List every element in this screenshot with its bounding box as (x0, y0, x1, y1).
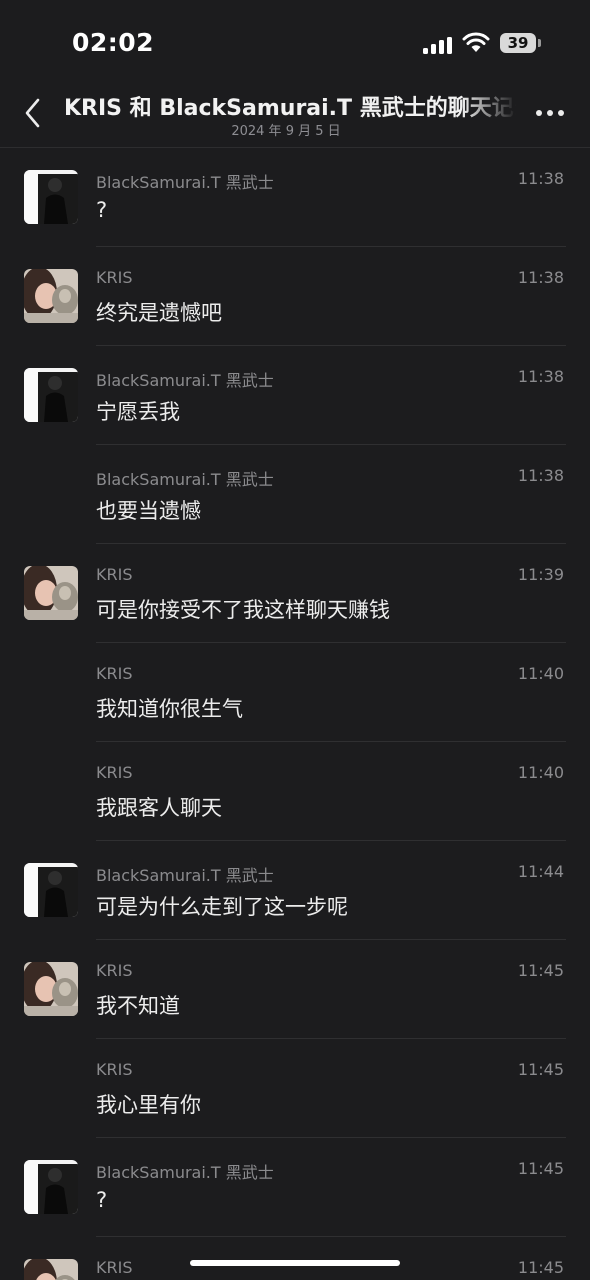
battery-icon: 39 (500, 33, 536, 53)
message-sender: BlackSamurai.T 黑武士 (96, 173, 274, 192)
message-sender: BlackSamurai.T 黑武士 (96, 371, 274, 390)
message-sender: KRIS (96, 1060, 133, 1079)
message-text[interactable]: 我知道你很生气 (96, 693, 243, 723)
message-sender: KRIS (96, 664, 133, 683)
status-time: 02:02 (72, 28, 155, 57)
message-row[interactable]: KRIS 11:39 可是你接受不了我这样聊天赚钱 (0, 544, 590, 643)
message-row[interactable]: KRIS 11:38 终究是遗憾吧 (0, 247, 590, 346)
message-sender: KRIS (96, 961, 133, 980)
message-row[interactable]: KRIS 11:45 (0, 1237, 590, 1280)
avatar-kris[interactable] (24, 1259, 78, 1280)
battery-tip (538, 39, 541, 47)
message-row[interactable]: BlackSamurai.T 黑武士 11:44 可是为什么走到了这一步呢 (0, 841, 590, 940)
message-sender: KRIS (96, 565, 133, 584)
message-text[interactable]: ? (96, 1188, 107, 1212)
message-row[interactable]: KRIS 11:45 我心里有你 (0, 1039, 590, 1138)
cellular-signal-icon (423, 34, 453, 54)
message-sender: BlackSamurai.T 黑武士 (96, 470, 274, 489)
avatar-kris[interactable] (24, 962, 78, 1016)
avatar-blacksamurai[interactable] (24, 863, 78, 917)
message-row[interactable]: KRIS 11:40 我跟客人聊天 (0, 742, 590, 841)
message-time: 11:38 (517, 268, 564, 287)
message-sender: KRIS (96, 268, 133, 287)
message-list[interactable]: BlackSamurai.T 黑武士 11:38 ? KRIS 11:38 终究… (0, 148, 590, 1280)
message-time: 11:45 (517, 1060, 564, 1079)
message-time: 11:40 (517, 763, 564, 782)
message-time: 11:44 (517, 862, 564, 881)
message-text[interactable]: 终究是遗憾吧 (96, 297, 222, 327)
message-text[interactable]: 宁愿丢我 (96, 396, 180, 426)
message-text[interactable]: 我跟客人聊天 (96, 792, 222, 822)
message-row[interactable]: KRIS 11:45 我不知道 (0, 940, 590, 1039)
message-time: 11:40 (517, 664, 564, 683)
wifi-icon (462, 32, 490, 52)
avatar-blacksamurai[interactable] (24, 368, 78, 422)
avatar-kris[interactable] (24, 269, 78, 323)
avatar-blacksamurai[interactable] (24, 170, 78, 224)
message-row[interactable]: KRIS 11:40 我知道你很生气 (0, 643, 590, 742)
message-text[interactable]: 可是为什么走到了这一步呢 (96, 891, 348, 921)
avatar-kris[interactable] (24, 566, 78, 620)
message-text[interactable]: 也要当遗憾 (96, 495, 201, 525)
message-text[interactable]: 我不知道 (96, 990, 180, 1020)
message-time: 11:45 (517, 961, 564, 980)
message-row[interactable]: BlackSamurai.T 黑武士 11:45 ? (0, 1138, 590, 1237)
message-time: 11:38 (517, 466, 564, 485)
message-time: 11:38 (517, 169, 564, 188)
message-time: 11:45 (517, 1258, 564, 1277)
message-sender: BlackSamurai.T 黑武士 (96, 1163, 274, 1182)
message-time: 11:39 (517, 565, 564, 584)
more-options-icon[interactable] (536, 110, 564, 118)
message-sender: BlackSamurai.T 黑武士 (96, 866, 274, 885)
home-indicator[interactable] (190, 1260, 400, 1266)
message-row[interactable]: BlackSamurai.T 黑武士 11:38 也要当遗憾 (0, 445, 590, 544)
nav-bar: KRIS 和 BlackSamurai.T 黑武士的聊天记录 2024 年 9 … (0, 80, 590, 148)
message-sender: KRIS (96, 1258, 133, 1277)
message-row[interactable]: BlackSamurai.T 黑武士 11:38 宁愿丢我 (0, 346, 590, 445)
message-time: 11:38 (517, 367, 564, 386)
message-text[interactable]: ? (96, 198, 107, 222)
message-text[interactable]: 我心里有你 (96, 1089, 201, 1119)
message-time: 11:45 (517, 1159, 564, 1178)
status-bar: 02:02 39 (0, 0, 590, 80)
message-text[interactable]: 可是你接受不了我这样聊天赚钱 (96, 594, 390, 624)
message-sender: KRIS (96, 763, 133, 782)
page-title: KRIS 和 BlackSamurai.T 黑武士的聊天记录 (64, 96, 516, 121)
page-subtitle: 2024 年 9 月 5 日 (231, 124, 341, 139)
message-row[interactable]: BlackSamurai.T 黑武士 11:38 ? (0, 148, 590, 247)
avatar-blacksamurai[interactable] (24, 1160, 78, 1214)
